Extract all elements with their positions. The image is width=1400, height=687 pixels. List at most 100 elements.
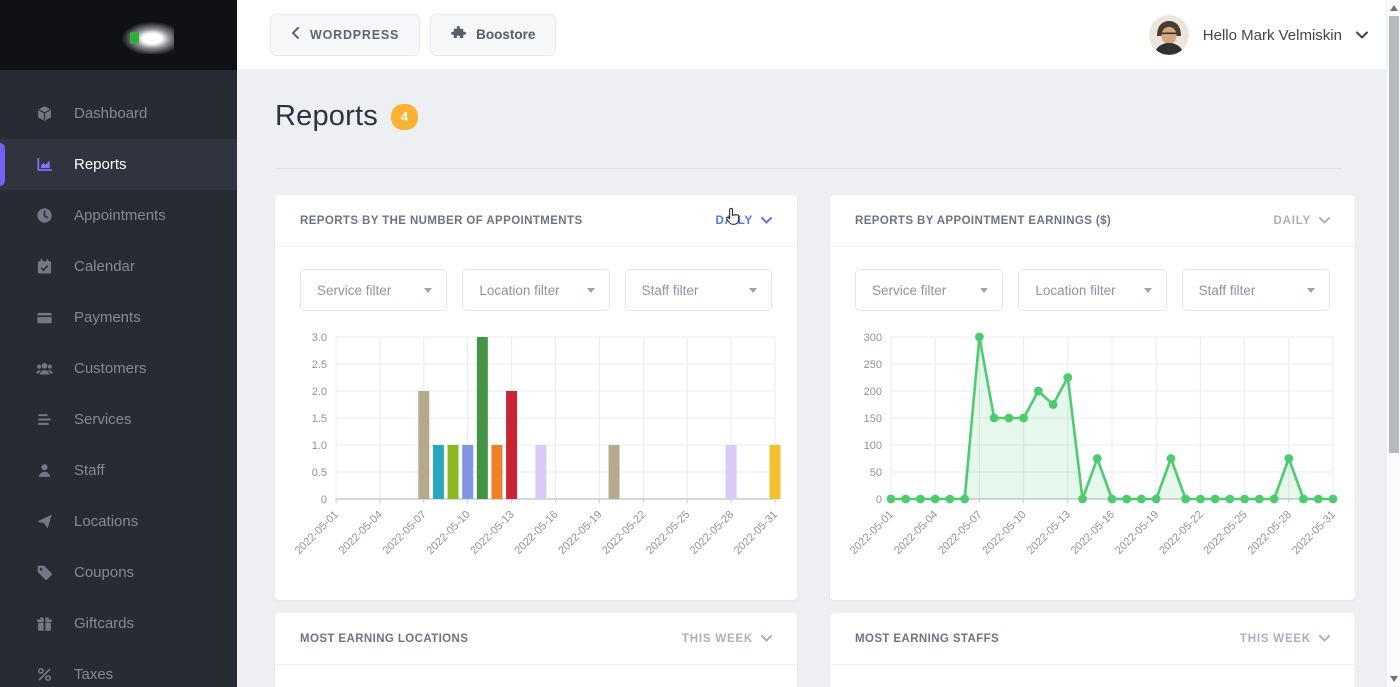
scrollbar-thumb[interactable] [1389,16,1399,453]
svg-text:2022-05-01: 2022-05-01 [293,509,341,557]
card-title: MOST EARNING LOCATIONS [300,633,468,645]
period-label: DAILY [1274,215,1311,227]
card-appointments-report: REPORTS BY THE NUMBER OF APPOINTMENTS DA… [275,195,797,600]
sidebar-item-locations[interactable]: Locations [0,496,237,547]
caret-down-icon [1307,288,1315,293]
sidebar-item-label: Coupons [74,564,134,581]
user-greeting: Hello Mark Velmiskin [1203,27,1342,44]
svg-text:2022-05-31: 2022-05-31 [1290,509,1338,557]
boostore-button-label: Boostore [476,27,535,42]
sidebar-item-label: Customers [74,360,147,377]
chevron-left-icon [291,26,300,44]
svg-text:2022-05-28: 2022-05-28 [1246,509,1294,557]
caret-down-icon [749,288,757,293]
svg-text:0.5: 0.5 [312,467,327,479]
svg-text:2022-05-25: 2022-05-25 [1201,509,1249,557]
wallet-icon [36,309,53,326]
svg-text:1.5: 1.5 [312,413,327,425]
staff-filter-select[interactable]: Staff filter [625,269,772,311]
period-dropdown-this-week[interactable]: THIS WEEK [682,633,772,645]
scrollbar-up-arrow[interactable] [1390,5,1398,11]
sidebar-item-label: Giftcards [74,615,134,632]
person-icon [36,462,53,479]
svg-text:2022-05-10: 2022-05-10 [980,509,1028,557]
sidebar-item-label: Services [74,411,132,428]
scrollbar-down-arrow[interactable] [1390,676,1398,682]
puzzle-icon [451,25,466,45]
sidebar-item-label: Locations [74,513,138,530]
svg-text:3.0: 3.0 [312,332,327,344]
svg-text:2022-05-19: 2022-05-19 [556,509,604,557]
sidebar-item-customers[interactable]: Customers [0,343,237,394]
main-content: Reports 4 REPORTS BY THE NUMBER OF APPOI… [237,70,1386,687]
svg-text:2022-05-01: 2022-05-01 [848,509,896,557]
users-icon [36,360,53,377]
svg-text:2.5: 2.5 [312,359,327,371]
sidebar-item-taxes[interactable]: Taxes [0,649,237,687]
card-most-earning-locations: MOST EARNING LOCATIONS THIS WEEK [275,613,797,687]
sidebar-item-calendar[interactable]: Calendar [0,241,237,292]
clock-icon [36,207,53,224]
sidebar-item-giftcards[interactable]: Giftcards [0,598,237,649]
svg-text:2022-05-16: 2022-05-16 [1069,509,1117,557]
sidebar-item-coupons[interactable]: Coupons [0,547,237,598]
card-title: REPORTS BY THE NUMBER OF APPOINTMENTS [300,215,583,227]
sidebar-item-dashboard[interactable]: Dashboard [0,88,237,139]
page-title: Reports [275,100,378,133]
chevron-down-icon [761,635,772,642]
service-filter-select[interactable]: Service filter [300,269,447,311]
service-filter-label: Service filter [317,283,391,298]
svg-text:2022-05-22: 2022-05-22 [600,509,648,557]
user-avatar [1149,15,1189,55]
sidebar-item-appointments[interactable]: Appointments [0,190,237,241]
card-earnings-report: REPORTS BY APPOINTMENT EARNINGS ($) DAIL… [830,195,1355,600]
location-filter-label: Location filter [479,283,559,298]
sidebar-item-label: Dashboard [74,105,147,122]
card-title: MOST EARNING STAFFS [855,633,999,645]
svg-text:300: 300 [864,332,882,344]
svg-text:1.0: 1.0 [312,440,327,452]
chevron-down-icon [1319,635,1330,642]
sidebar-item-label: Reports [74,156,127,173]
sidebar-item-label: Calendar [74,258,135,275]
svg-text:100: 100 [864,440,882,452]
chevron-down-icon [1319,217,1330,224]
title-divider [275,168,1342,169]
period-label: DAILY [716,215,753,227]
staff-filter-label: Staff filter [642,283,699,298]
page-count-badge: 4 [391,104,418,130]
svg-text:2022-05-07: 2022-05-07 [936,509,984,557]
location-filter-select[interactable]: Location filter [1018,269,1166,311]
card-most-earning-staffs: MOST EARNING STAFFS THIS WEEK [830,613,1355,687]
sidebar-item-services[interactable]: Services [0,394,237,445]
period-dropdown-this-week[interactable]: THIS WEEK [1240,633,1330,645]
caret-down-icon [1144,288,1152,293]
sidebar-item-label: Taxes [74,666,113,683]
svg-text:2022-05-04: 2022-05-04 [337,509,385,557]
boostore-button[interactable]: Boostore [430,14,556,56]
wordpress-back-button[interactable]: WORDPRESS [270,14,420,56]
svg-text:2022-05-19: 2022-05-19 [1113,509,1161,557]
sidebar-item-payments[interactable]: Payments [0,292,237,343]
sidebar-item-staff[interactable]: Staff [0,445,237,496]
svg-text:200: 200 [864,386,882,398]
staff-filter-select[interactable]: Staff filter [1182,269,1330,311]
user-menu[interactable]: Hello Mark Velmiskin [1149,0,1368,70]
period-dropdown-daily[interactable]: DAILY [1274,215,1330,227]
location-filter-select[interactable]: Location filter [462,269,609,311]
sidebar-item-reports[interactable]: Reports [0,139,237,190]
card-title: REPORTS BY APPOINTMENT EARNINGS ($) [855,215,1111,227]
tag-icon [36,564,53,581]
sidebar-item-label: Appointments [74,207,166,224]
svg-text:150: 150 [864,413,882,425]
period-dropdown-daily[interactable]: DAILY [716,215,772,227]
list-icon [36,411,53,428]
app-logo[interactable] [0,0,237,70]
page-scrollbar[interactable] [1386,0,1400,687]
svg-text:2022-05-04: 2022-05-04 [892,509,940,557]
service-filter-select[interactable]: Service filter [855,269,1003,311]
caret-down-icon [424,288,432,293]
caret-down-icon [587,288,595,293]
percent-icon [36,666,53,683]
gift-icon [36,615,53,632]
